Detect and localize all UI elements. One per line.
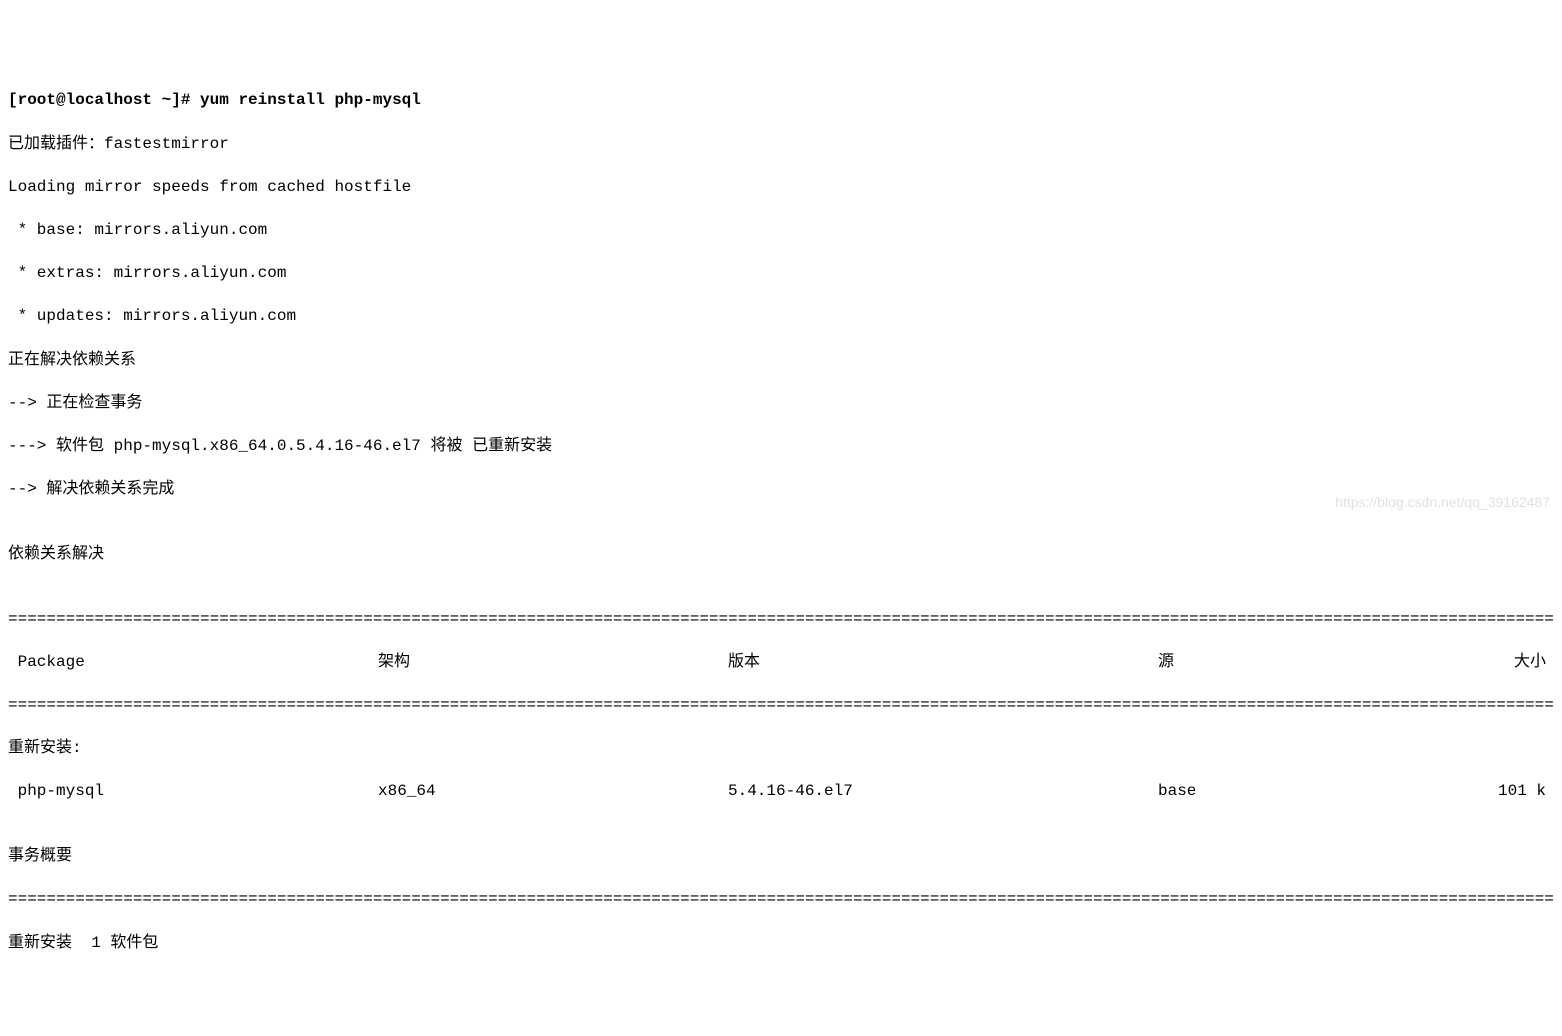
summary-line: 重新安装 1 软件包 — [8, 933, 1554, 955]
output-plugins: 已加载插件：fastestmirror — [8, 134, 1554, 156]
table-header-repo: 源 — [1158, 652, 1488, 674]
table-header-size: 大小 — [1488, 652, 1554, 674]
table-rule-header: ========================================… — [8, 695, 1554, 717]
output-loading-mirrors: Loading mirror speeds from cached hostfi… — [8, 177, 1554, 199]
watermark-text: https://blog.csdn.net/qq_39162487 — [1335, 493, 1550, 512]
prompt-line: [root@localhost ~]# yum reinstall php-my… — [8, 90, 1554, 112]
output-checking-trans: --> 正在检查事务 — [8, 393, 1554, 415]
table-section-reinstall: 重新安装: — [8, 738, 1554, 760]
table-header-version: 版本 — [728, 652, 1158, 674]
table-cell-size: 101 k — [1488, 781, 1554, 803]
table-header-row: Package 架构 版本 源 大小 — [8, 652, 1554, 674]
table-cell-repo: base — [1158, 781, 1488, 803]
output-resolving-deps: 正在解决依赖关系 — [8, 350, 1554, 372]
table-cell-version: 5.4.16-46.el7 — [728, 781, 1158, 803]
output-mirror-extras: * extras: mirrors.aliyun.com — [8, 263, 1554, 285]
table-header-package: Package — [8, 652, 378, 674]
table-row: php-mysql x86_64 5.4.16-46.el7 base 101 … — [8, 781, 1554, 803]
table-rule-top: ========================================… — [8, 609, 1554, 631]
table-cell-package: php-mysql — [8, 781, 378, 803]
output-deps-resolved: 依赖关系解决 — [8, 544, 1554, 566]
output-package-action: ---> 软件包 php-mysql.x86_64.0.5.4.16-46.el… — [8, 436, 1554, 458]
shell-command: yum reinstall php-mysql — [200, 91, 421, 109]
table-cell-arch: x86_64 — [378, 781, 728, 803]
table-header-arch: 架构 — [378, 652, 728, 674]
summary-title: 事务概要 — [8, 846, 1554, 868]
summary-rule: ========================================… — [8, 889, 1554, 911]
output-deps-done: --> 解决依赖关系完成 — [8, 479, 1554, 501]
shell-prompt: [root@localhost ~]# — [8, 91, 200, 109]
output-mirror-updates: * updates: mirrors.aliyun.com — [8, 306, 1554, 328]
output-mirror-base: * base: mirrors.aliyun.com — [8, 220, 1554, 242]
